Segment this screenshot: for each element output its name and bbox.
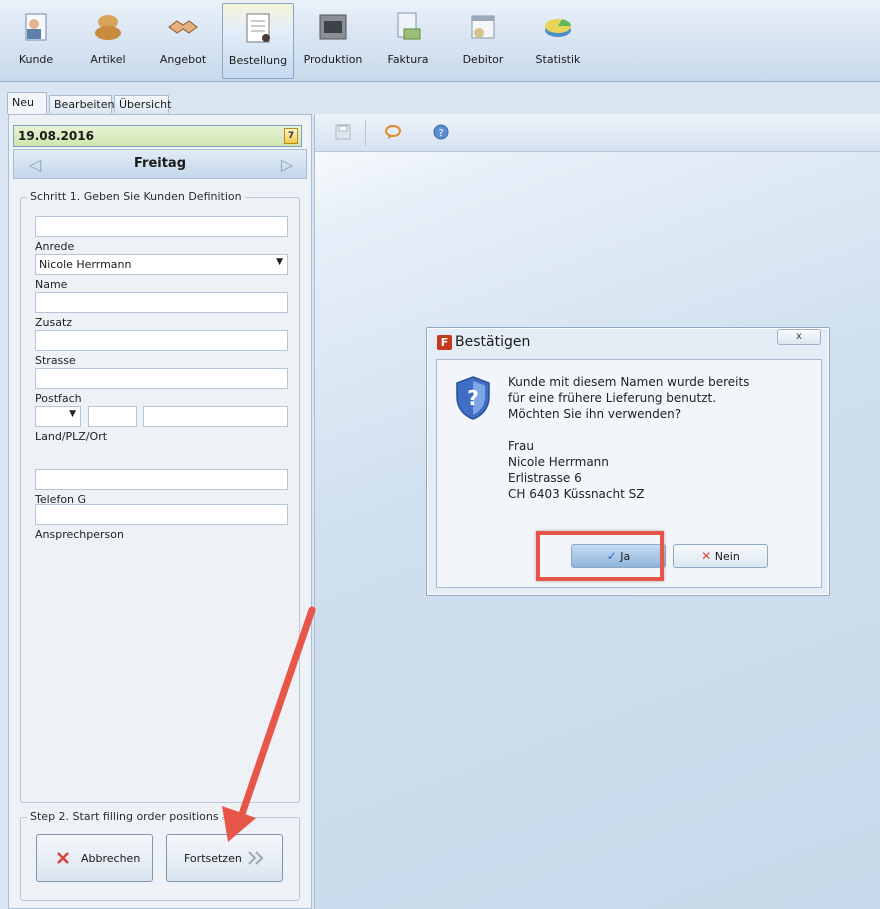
zusatz-input[interactable] (35, 292, 288, 313)
postfach-input[interactable] (35, 368, 288, 389)
debtor-calendar-icon (471, 15, 495, 39)
plz-input[interactable] (88, 406, 137, 427)
ribbon-artikel-label: Artikel (90, 53, 126, 66)
date-value: 19.08.2016 (18, 129, 94, 143)
customer-icon (25, 13, 47, 41)
ribbon-produktion-button[interactable]: Produktion (297, 3, 369, 79)
ribbon-faktura-button[interactable]: Faktura (372, 3, 444, 79)
help-icon[interactable]: ? (433, 124, 449, 140)
day-label: Freitag (133, 156, 187, 171)
double-chevron-right-icon (248, 851, 264, 865)
ribbon-produktion-label: Produktion (303, 53, 363, 66)
tab-neu[interactable]: Neu (7, 92, 47, 114)
ribbon-debitor-button[interactable]: Debitor (447, 3, 519, 79)
nein-label: Nein (714, 550, 740, 563)
land-plz-ort-label: Land/PLZ/Ort (35, 430, 108, 443)
fortsetzen-button[interactable]: Fortsetzen (166, 834, 283, 882)
app-logo-icon: F (437, 335, 452, 350)
name-value: Nicole Herrmann (39, 258, 132, 271)
left-panel: 19.08.2016 7 ◁ Freitag ▷ Schritt 1. Gebe… (8, 114, 312, 909)
fortsetzen-label: Fortsetzen (184, 852, 242, 865)
order-positions-group: Step 2. Start filling order positions Ab… (20, 810, 300, 901)
dialog-message-line-3: Möchten Sie ihn verwenden? (508, 407, 682, 421)
ribbon-bestellung-label: Bestellung (228, 54, 288, 67)
ort-input[interactable] (143, 406, 288, 427)
calendar-icon[interactable]: 7 (284, 128, 298, 144)
dialog-message-line-2: für eine frühere Lieferung benutzt. (508, 391, 717, 405)
handshake-icon (168, 20, 198, 34)
anrede-label: Anrede (35, 240, 75, 253)
save-icon[interactable] (335, 124, 351, 140)
comment-icon[interactable] (385, 124, 401, 140)
name-select[interactable]: Nicole Herrmann ▼ (35, 254, 288, 275)
abbrechen-button[interactable]: Abbrechen (36, 834, 153, 882)
content-toolbar: ? (315, 114, 880, 152)
abbrechen-label: Abbrechen (81, 852, 141, 865)
ribbon-bestellung-button[interactable]: Bestellung (222, 3, 294, 79)
ansprechperson-input[interactable] (35, 504, 288, 525)
name-label: Name (35, 278, 68, 291)
dialog-message-line-1: Kunde mit diesem Namen wurde bereits (508, 375, 750, 389)
customer-definition-group: Schritt 1. Geben Sie Kunden Definition A… (20, 190, 300, 803)
address-name: Nicole Herrmann (508, 455, 609, 469)
address-salutation: Frau (508, 439, 534, 453)
close-x-icon (57, 852, 69, 864)
anrede-input[interactable] (35, 216, 288, 237)
ribbon-angebot-label: Angebot (159, 53, 207, 66)
day-navigator: ◁ Freitag ▷ (13, 149, 307, 179)
toolbar-divider (365, 120, 366, 146)
pie-chart-icon (545, 19, 572, 37)
ribbon-artikel-button[interactable]: Artikel (72, 3, 144, 79)
main-ribbon: Kunde Artikel Angebot Bestellung Produkt… (0, 0, 880, 82)
ribbon-kunde-button[interactable]: Kunde (0, 3, 72, 79)
step2-legend: Step 2. Start filling order positions (27, 810, 222, 823)
land-select[interactable]: ▼ (35, 406, 81, 427)
next-day-icon[interactable]: ▷ (278, 156, 296, 174)
dialog-title: Bestätigen (455, 334, 531, 350)
tab-uebersicht[interactable]: Übersicht (114, 95, 171, 113)
ribbon-faktura-label: Faktura (387, 53, 429, 66)
ribbon-statistik-label: Statistik (535, 53, 581, 66)
order-document-icon (246, 13, 270, 43)
oven-icon (319, 14, 347, 40)
ansprechperson-label: Ansprechperson (35, 528, 124, 541)
address-city: CH 6403 Küssnacht SZ (508, 487, 645, 501)
address-street: Erlistrasse 6 (508, 471, 582, 485)
nein-button[interactable]: ✕ Nein (673, 544, 768, 568)
tab-strip: Neu Bearbeiten Übersicht (0, 83, 880, 114)
telefon-input[interactable] (35, 469, 288, 490)
step1-legend: Schritt 1. Geben Sie Kunden Definition (27, 190, 245, 203)
chevron-down-icon[interactable]: ▼ (276, 257, 283, 267)
zusatz-label: Zusatz (35, 316, 73, 329)
ribbon-kunde-label: Kunde (18, 53, 54, 66)
svg-text:?: ? (467, 386, 479, 410)
ribbon-debitor-label: Debitor (462, 53, 504, 66)
svg-text:?: ? (438, 128, 443, 139)
land-chevron-down-icon[interactable]: ▼ (69, 409, 76, 419)
postfach-label: Postfach (35, 392, 82, 405)
annotation-highlight-box (536, 531, 664, 581)
invoice-icon (397, 12, 421, 40)
date-field[interactable]: 19.08.2016 7 (13, 125, 302, 147)
ribbon-angebot-button[interactable]: Angebot (147, 3, 219, 79)
bread-icon (95, 15, 121, 40)
cross-icon: ✕ (701, 549, 712, 563)
strasse-input[interactable] (35, 330, 288, 351)
ribbon-statistik-button[interactable]: Statistik (522, 3, 594, 79)
strasse-label: Strasse (35, 354, 76, 367)
security-shield-question-icon: ? (456, 376, 490, 420)
tab-bearbeiten[interactable]: Bearbeiten (49, 95, 114, 113)
dialog-close-button[interactable]: x (777, 329, 821, 345)
